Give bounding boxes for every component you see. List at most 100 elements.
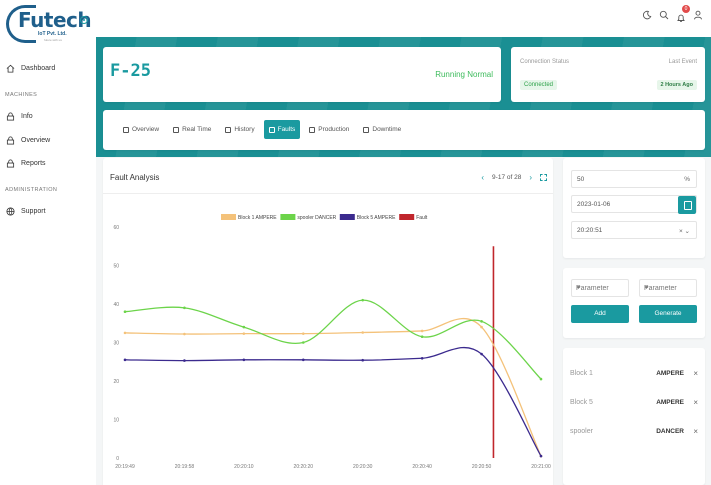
chart-title: Fault Analysis (110, 173, 160, 182)
pager-range: 9-17 of 28 (492, 174, 522, 181)
y-tick-label: 40 (113, 302, 119, 308)
data-point (301, 332, 305, 335)
tab-history[interactable]: History (220, 120, 259, 139)
notifications-button[interactable]: 0 (676, 5, 690, 22)
sidebar-item-overview[interactable]: Overview (6, 132, 50, 148)
y-tick-label: 60 (113, 225, 119, 231)
data-point (480, 320, 483, 323)
bell-icon (677, 14, 685, 22)
param-name: Block 5 (570, 399, 593, 406)
tab-production[interactable]: Production (304, 120, 354, 139)
date-value: 2023-01-06 (577, 201, 611, 208)
data-point (539, 377, 543, 381)
sidebar-item-info[interactable]: Info (6, 108, 33, 124)
calendar-icon[interactable] (678, 196, 696, 214)
search-icon[interactable] (659, 10, 669, 20)
x-tick-label: 20:19:49 (115, 464, 135, 470)
legend-swatch (339, 214, 355, 220)
page-title: F-25 (110, 61, 151, 81)
data-point (183, 332, 186, 336)
fault-analysis-card: Fault Analysis ‹ 9-17 of 28 › 0 10 20 30 40 5… (103, 158, 553, 485)
y-tick-label: 50 (113, 264, 119, 270)
user-icon[interactable] (693, 10, 703, 20)
x-tick-label: 20:20:20 (294, 464, 314, 470)
tab-overview[interactable]: Overview (118, 120, 164, 139)
x-tick-label: 20:20:30 (353, 464, 373, 470)
lock-icon (6, 159, 15, 168)
sidebar-toggle-button[interactable] (80, 16, 88, 24)
sidebar-item-label: Info (21, 112, 33, 120)
tab-downtime[interactable]: Downtime (358, 120, 406, 139)
tab-faults[interactable]: Faults (263, 120, 301, 139)
list-item: spooler DANCER × (570, 426, 698, 440)
parameter-select-2[interactable]: Parameter ▼ (639, 279, 697, 297)
y-tick-label: 20 (113, 379, 119, 385)
data-point (123, 310, 127, 313)
sidebar-item-label: Dashboard (21, 64, 56, 72)
sidebar-item-label: Support (21, 207, 46, 215)
data-point (420, 335, 424, 339)
x-tick-label: 20:20:10 (234, 464, 254, 470)
nav-section-administration: ADMINISTRATION (5, 187, 58, 193)
top-bar: 0 (96, 0, 711, 37)
param-unit: AMPERE (656, 399, 684, 406)
date-field[interactable]: 2023-01-06 (571, 195, 697, 214)
machine-title-card: F-25 Running Normal (103, 47, 501, 102)
data-point (242, 358, 246, 362)
remove-icon[interactable]: × (693, 427, 698, 436)
selected-params-card: Block 1 AMPERE × Block 5 AMPERE × spoole… (563, 348, 705, 485)
lock-icon (6, 136, 15, 145)
series-line (124, 299, 542, 380)
add-button[interactable]: Add (571, 305, 629, 323)
legend-label: Block 5 AMPERE (357, 215, 396, 221)
legend-swatch (221, 214, 236, 220)
clear-chevron-icon[interactable]: × ⌄ (679, 227, 690, 235)
top-icons: 0 (642, 5, 703, 22)
home-icon (6, 64, 15, 73)
moon-icon[interactable] (642, 10, 652, 20)
y-tick-label: 30 (113, 341, 119, 347)
next-page-button[interactable]: › (529, 173, 532, 182)
tab-label: Production (318, 126, 350, 133)
tab-label: Downtime (372, 126, 402, 133)
connection-status-badge: Connected (520, 80, 558, 90)
filter-form-card: 50 % 2023-01-06 20:20:51 × ⌄ (563, 158, 705, 258)
legend-label: Fault (416, 215, 428, 221)
remove-icon[interactable]: × (693, 369, 698, 378)
tab-icon (363, 126, 370, 133)
time-select[interactable]: 20:20:51 × ⌄ (571, 221, 697, 239)
expand-icon[interactable] (540, 174, 547, 181)
remove-icon[interactable]: × (693, 398, 698, 407)
data-point (361, 298, 365, 302)
prev-page-button[interactable]: ‹ (481, 173, 484, 182)
pager: ‹ 9-17 of 28 › (481, 173, 547, 182)
generate-button[interactable]: Generate (639, 305, 697, 323)
nav-section-machines: MACHINES (5, 92, 38, 98)
connection-card: Connection Status Last Event Connected 2… (511, 47, 705, 102)
param-name: Block 1 (570, 370, 593, 377)
tab-label: Overview (132, 126, 160, 133)
brand-tagline: future with us (44, 38, 62, 42)
x-tick-label: 20:19:58 (175, 464, 195, 470)
sidebar-item-label: Overview (21, 136, 51, 144)
parameter-select-1[interactable]: Parameter ▼ (571, 279, 629, 297)
brand-logo: Futech IoT Pvt. Ltd. future with us (6, 3, 92, 45)
tab-bar: Overview Real Time History Faults Produc… (118, 120, 406, 139)
tabs-card: Overview Real Time History Faults Produc… (103, 110, 705, 150)
data-point (420, 329, 424, 333)
x-tick-label: 20:20:50 (472, 464, 492, 470)
time-value: 20:20:51 (577, 227, 603, 234)
tab-icon (173, 126, 180, 133)
threshold-field[interactable]: 50 % (571, 170, 697, 188)
sidebar-item-dashboard[interactable]: Dashboard (6, 60, 55, 76)
sidebar-item-reports[interactable]: Reports (6, 155, 46, 171)
tab-real-time[interactable]: Real Time (168, 120, 216, 139)
data-point (242, 332, 246, 335)
data-point (480, 325, 483, 329)
sidebar-item-support[interactable]: Support (6, 203, 46, 219)
data-point (123, 358, 127, 362)
data-point (361, 331, 365, 334)
y-tick-label: 0 (116, 456, 119, 462)
data-point (301, 358, 305, 362)
param-unit: DANCER (656, 428, 684, 435)
